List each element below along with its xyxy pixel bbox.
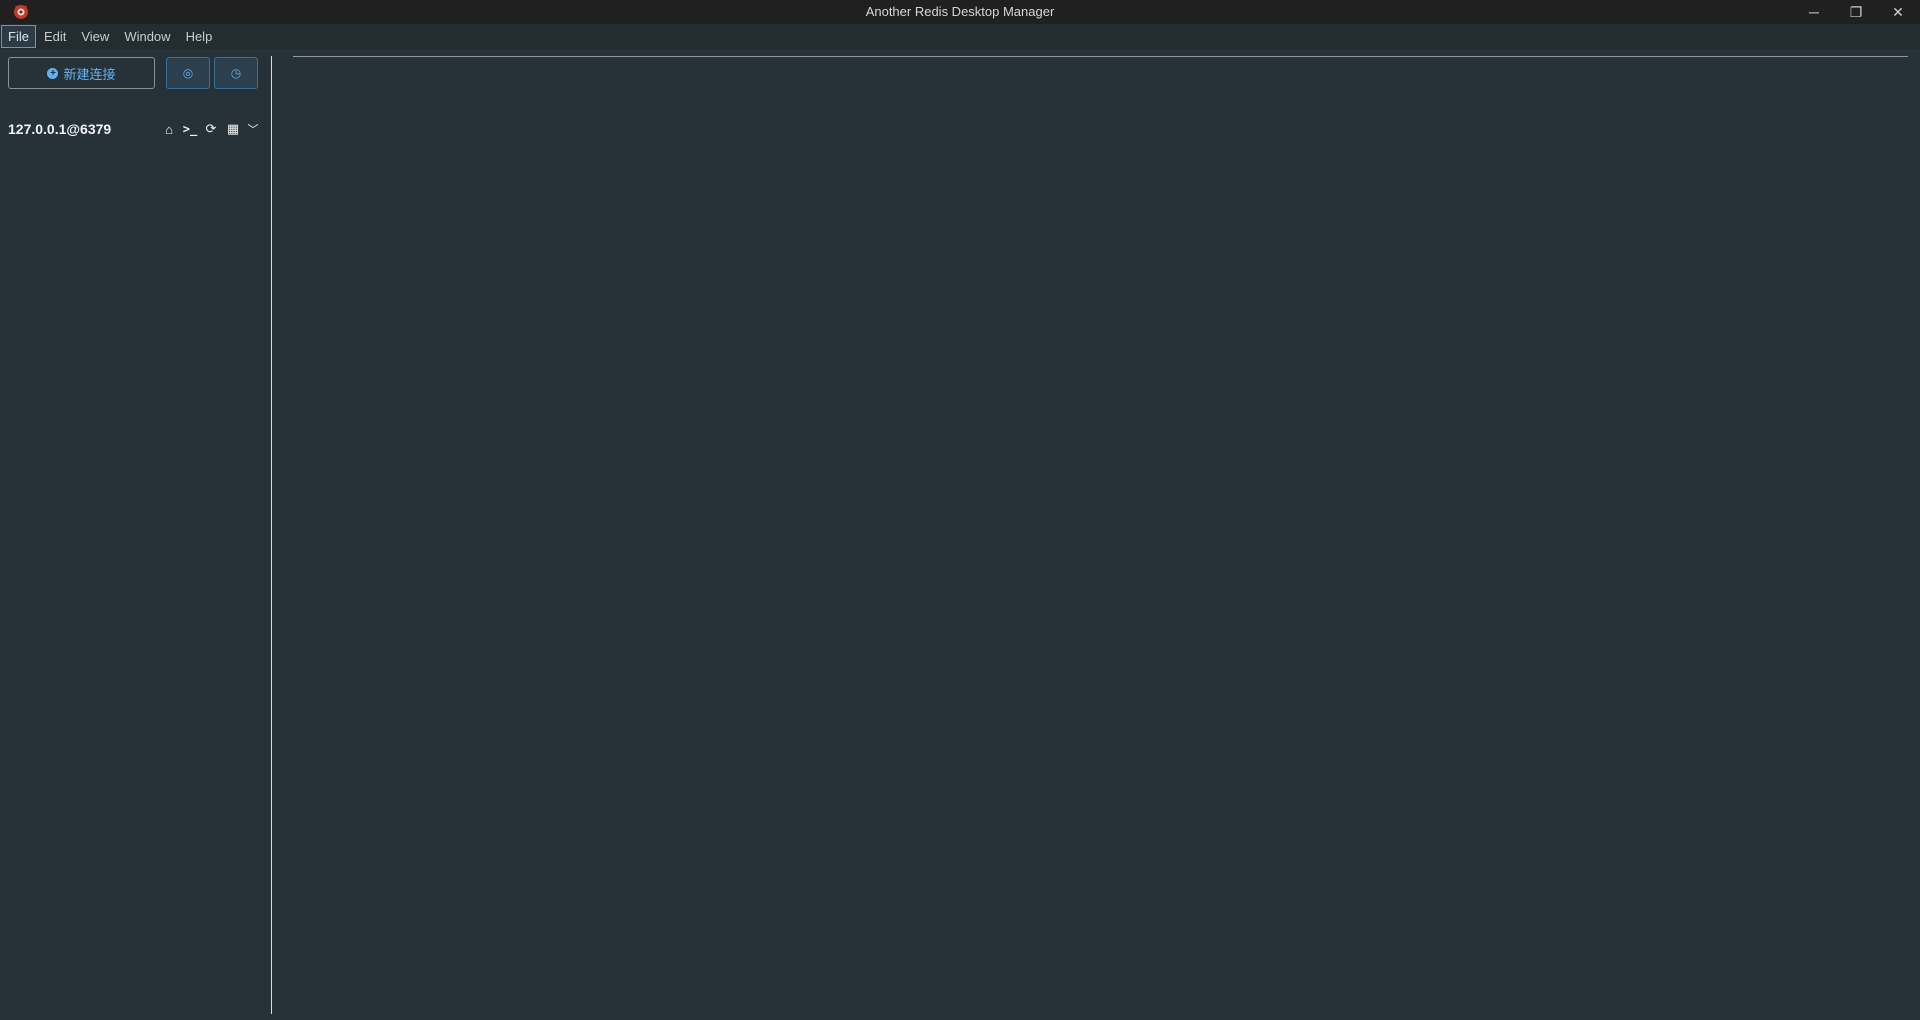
clock-icon: ◷ [230,66,242,80]
main-panel [272,49,1920,1020]
menu-window[interactable]: Window [117,25,177,48]
minimize-button[interactable]: ─ [1794,0,1834,24]
menu-view[interactable]: View [74,25,116,48]
maximize-button[interactable]: ❐ [1836,0,1876,24]
window-titlebar: Another Redis Desktop Manager ─ ❐ ✕ [0,0,1920,24]
add-circle-icon: + [47,67,59,79]
new-connection-button[interactable]: + 新建连接 [8,57,155,89]
menubar: File Edit View Window Help [0,24,1920,49]
window-title: Another Redis Desktop Manager [865,4,1055,19]
grid-icon[interactable]: ▦ [224,119,242,139]
menu-file[interactable]: File [1,25,36,48]
tabs-bar [293,56,1908,57]
terminal-icon[interactable]: >_ [181,119,199,139]
refresh-icon[interactable]: ⟳ [202,119,220,139]
settings-icon: ◎ [182,66,194,80]
command-history-button[interactable]: ◷ [214,57,258,89]
home-icon[interactable]: ⌂ [160,119,178,139]
settings-button[interactable]: ◎ [166,57,210,89]
menu-edit[interactable]: Edit [37,25,73,48]
new-connection-label: 新建连接 [63,66,116,82]
connection-item[interactable]: 127.0.0.1@6379 ⌂ >_ ⟳ ▦ ﹀ [0,116,268,142]
chevron-down-icon[interactable]: ﹀ [244,119,262,139]
close-button[interactable]: ✕ [1878,0,1918,24]
sidebar [0,49,271,1020]
connection-name: 127.0.0.1@6379 [8,121,112,137]
menu-help[interactable]: Help [179,25,220,48]
